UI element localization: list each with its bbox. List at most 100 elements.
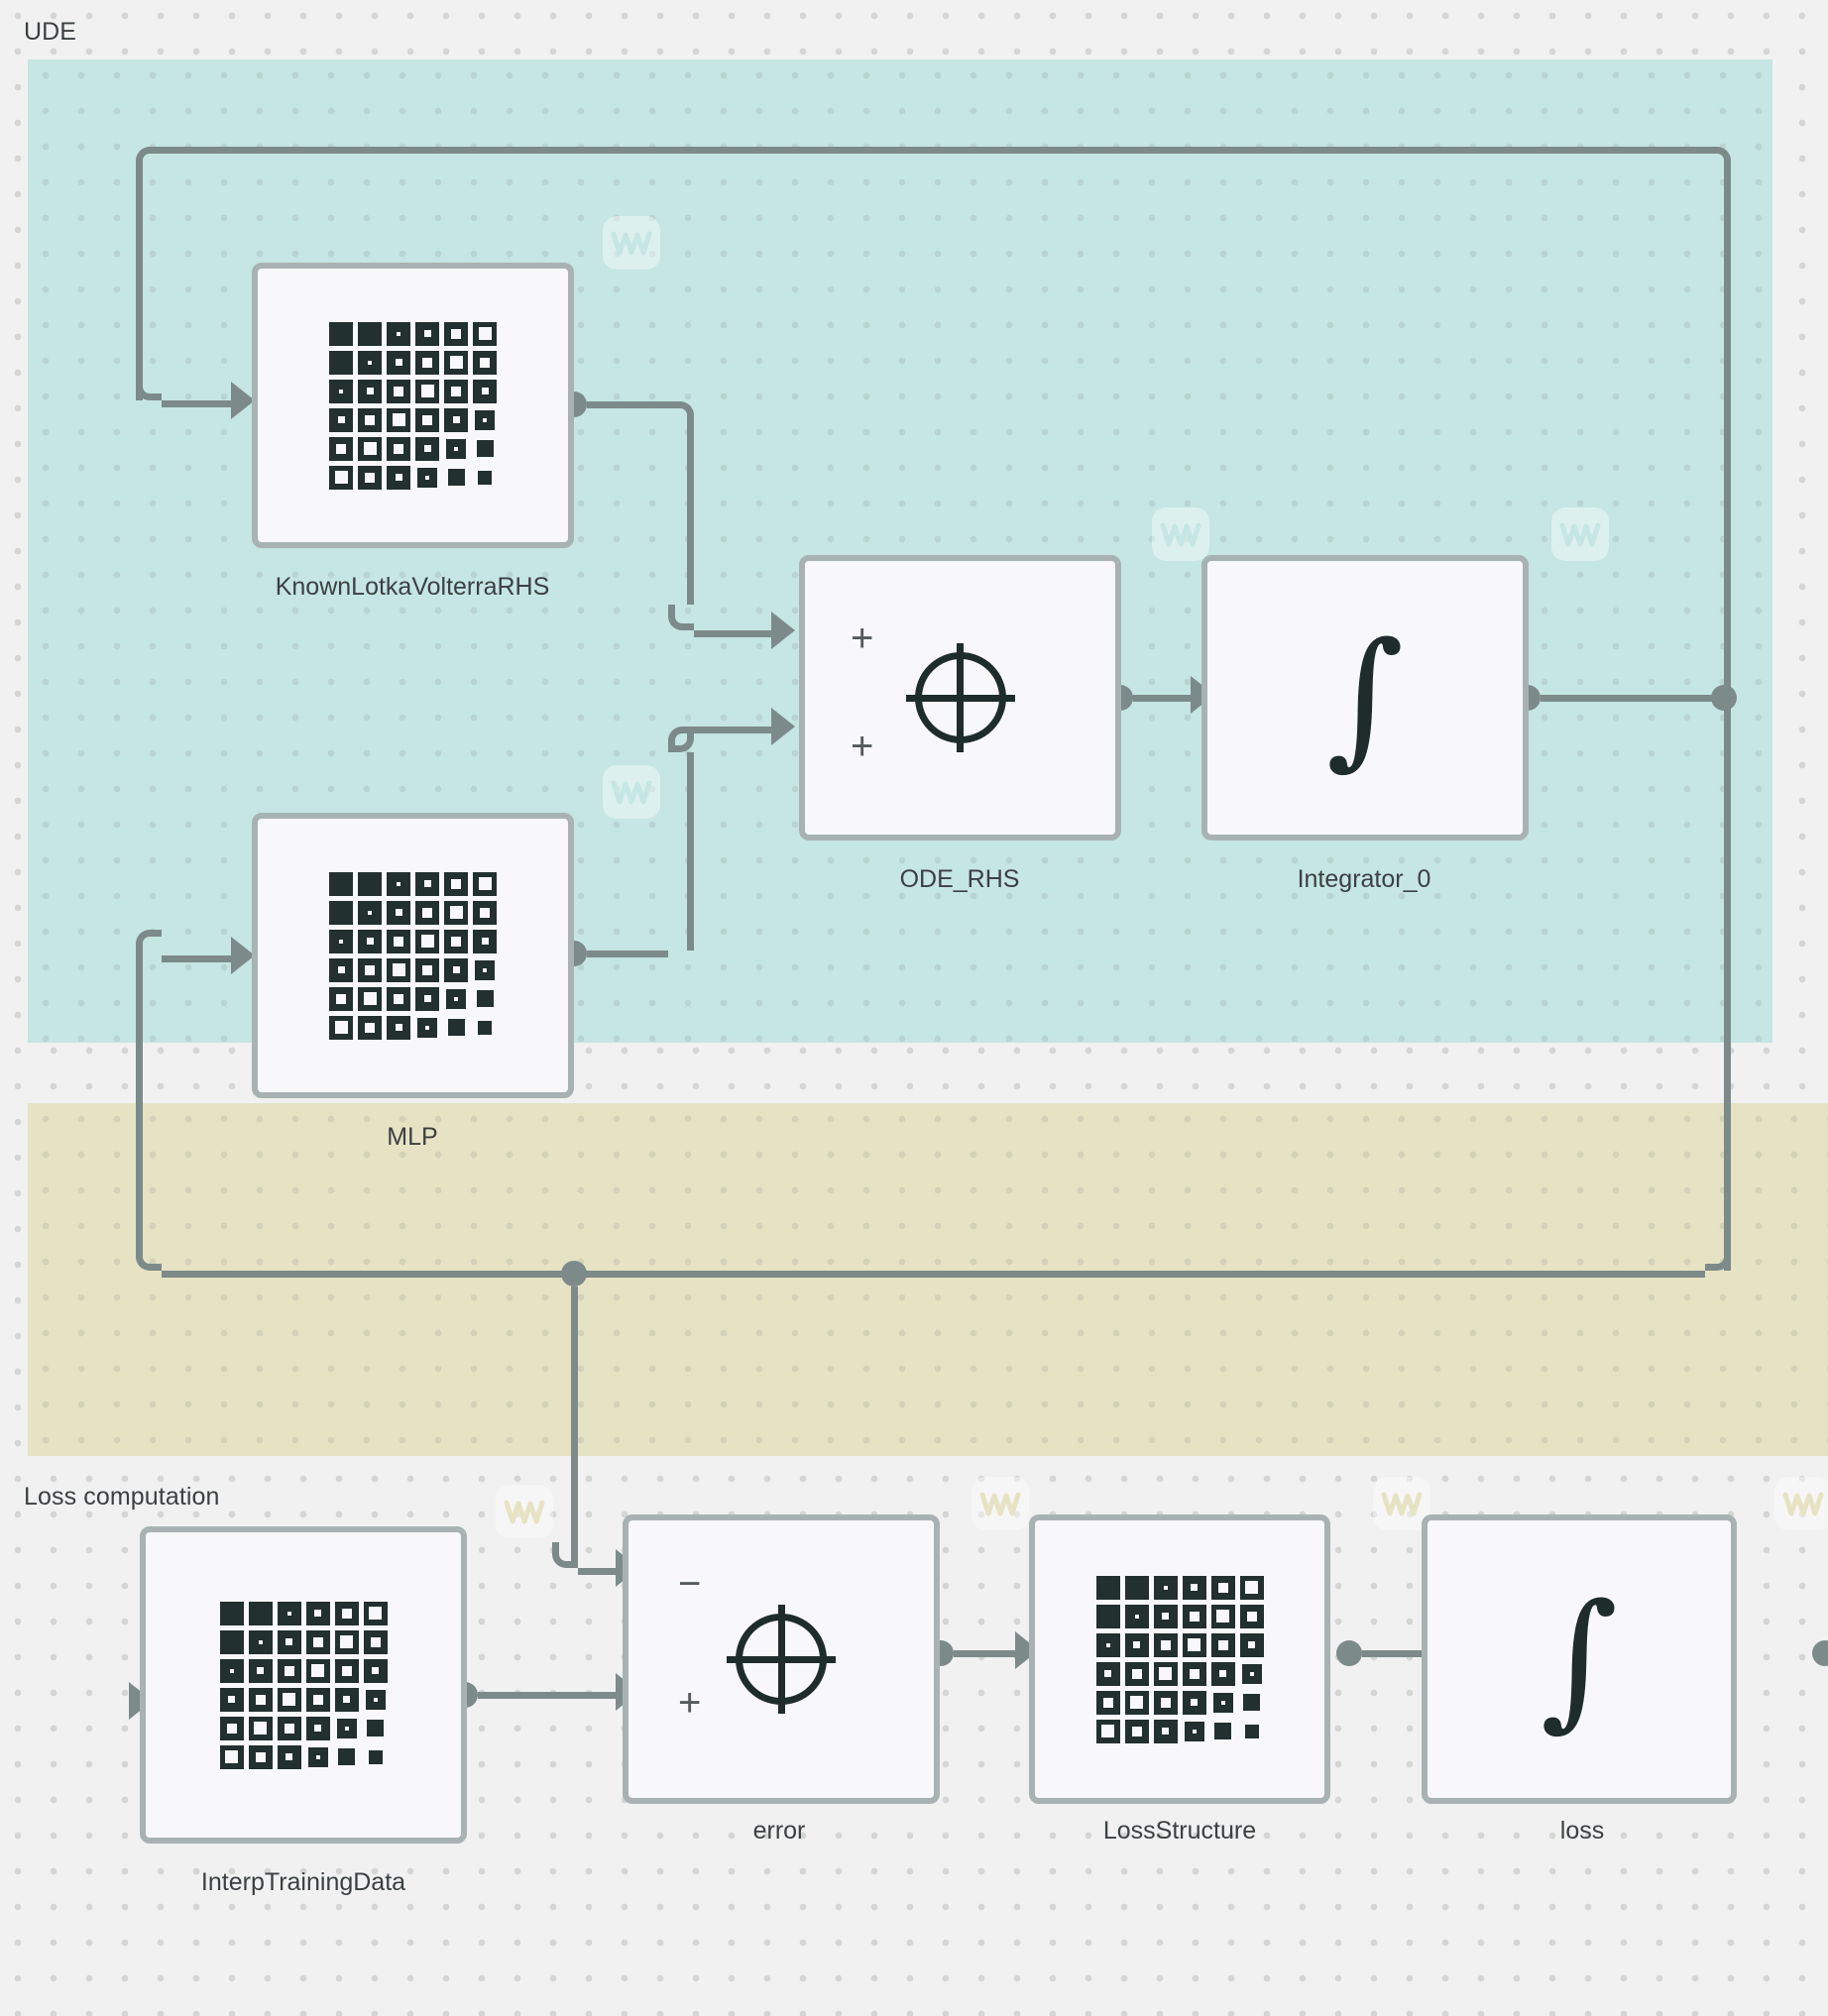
matrix-cell: [367, 1720, 384, 1736]
matrix-cell: [358, 929, 382, 953]
wire-to-known-rhs: [162, 400, 233, 407]
matrix-cell: [334, 1601, 359, 1625]
port-sign-error-top: −: [678, 1562, 702, 1606]
block-integrator-0[interactable]: ∫: [1201, 555, 1529, 840]
matrix-cell: [358, 407, 382, 432]
wire-error-to-lossstructure: [954, 1650, 1019, 1657]
wire-interp-to-error: [478, 1692, 619, 1699]
matrix-cell: [248, 1629, 273, 1654]
matrix-cell: [219, 1687, 244, 1712]
diagram-canvas[interactable]: UDE Loss computation KnownLotkaVolterraR…: [0, 0, 1828, 2016]
matrix-cell: [476, 990, 494, 1007]
block-ode-rhs[interactable]: + +: [799, 555, 1121, 840]
matrix-cell: [1212, 1692, 1233, 1713]
matrix-cell: [334, 1658, 359, 1683]
block-loss-structure[interactable]: [1029, 1514, 1330, 1804]
matrix-cell: [475, 409, 495, 430]
matrix-cell: [446, 988, 466, 1009]
matrix-cell: [387, 465, 410, 490]
matrix-cell: [358, 1015, 382, 1040]
matrix-cell: [1124, 1632, 1149, 1657]
matrix-cell: [446, 438, 466, 459]
matrix-cell: [387, 379, 410, 403]
matrix-cell: [473, 871, 497, 896]
matrix-cell: [363, 1658, 388, 1683]
matrix-cell: [329, 900, 353, 925]
matrix-cell: [1153, 1690, 1178, 1715]
matrix-cell: [387, 350, 410, 375]
circle-plus-icon: [727, 1605, 836, 1714]
wire-known-rhs-out: [587, 401, 668, 408]
matrix-cell: [277, 1716, 301, 1740]
wire-corner: [668, 727, 694, 752]
matrix-cell: [358, 350, 382, 375]
matrix-cell: [1153, 1604, 1178, 1628]
matrix-cell: [475, 959, 495, 980]
matrix-cell: [1210, 1632, 1235, 1657]
matrix-cell: [1095, 1690, 1120, 1715]
matrix-icon: [329, 321, 497, 490]
block-known-lotka-volterra-rhs[interactable]: [252, 263, 574, 548]
matrix-cell: [387, 407, 410, 432]
matrix-cell: [1095, 1604, 1120, 1628]
matrix-cell: [277, 1601, 301, 1625]
matrix-cell: [1244, 1724, 1259, 1738]
matrix-cell: [444, 321, 468, 346]
matrix-cell: [277, 1629, 301, 1654]
matrix-cell: [417, 1017, 437, 1038]
matrix-cell: [1095, 1632, 1120, 1657]
wire-corner: [1705, 147, 1731, 172]
matrix-cell: [329, 465, 353, 490]
matrix-cell: [1153, 1719, 1178, 1743]
matrix-cell: [1182, 1575, 1206, 1600]
scope-wave-icon: [1774, 1477, 1828, 1530]
group-region-loss[interactable]: [28, 1103, 1828, 1456]
junction-dot-integrator[interactable]: [1711, 685, 1737, 711]
matrix-cell: [1239, 1575, 1264, 1600]
junction-dot-loss-tap[interactable]: [561, 1261, 587, 1287]
matrix-cell: [1239, 1604, 1264, 1628]
matrix-cell: [248, 1601, 273, 1625]
matrix-cell: [415, 436, 439, 461]
matrix-cell: [1210, 1604, 1235, 1628]
matrix-cell: [329, 929, 353, 953]
matrix-cell: [305, 1629, 330, 1654]
matrix-cell: [219, 1716, 244, 1740]
matrix-cell: [444, 957, 468, 982]
block-label-loss-structure: LossStructure: [1102, 1817, 1257, 1845]
matrix-cell: [415, 900, 439, 925]
matrix-cell: [248, 1744, 273, 1769]
matrix-cell: [1182, 1604, 1206, 1628]
block-loss[interactable]: ∫: [1422, 1514, 1737, 1804]
matrix-cell: [1214, 1723, 1231, 1739]
wire-mlp-out: [587, 951, 668, 957]
matrix-cell: [1210, 1575, 1235, 1600]
wire-corner: [668, 401, 694, 427]
matrix-icon: [1095, 1575, 1264, 1743]
wire-known-rhs-down: [687, 427, 694, 605]
matrix-cell: [387, 1015, 410, 1040]
arrow-into-ode-rhs-top: [771, 612, 795, 649]
block-mlp[interactable]: [252, 813, 574, 1098]
matrix-cell: [387, 436, 410, 461]
circle-plus-icon: [905, 643, 1015, 752]
matrix-cell: [358, 871, 382, 896]
wire-corner: [668, 605, 694, 630]
matrix-cell: [415, 379, 439, 403]
port-dot-lossstructure-out[interactable]: [1336, 1640, 1362, 1666]
wire-lossstructure-to-loss: [1362, 1650, 1428, 1657]
block-error[interactable]: − +: [623, 1514, 940, 1804]
block-interp-training-data[interactable]: [140, 1526, 467, 1844]
matrix-cell: [478, 1020, 492, 1035]
matrix-cell: [1124, 1575, 1149, 1600]
matrix-cell: [248, 1658, 273, 1683]
matrix-cell: [277, 1658, 301, 1683]
region-label-ude: UDE: [24, 18, 77, 46]
port-dot-loss-out[interactable]: [1812, 1640, 1828, 1666]
wire-feedback-top: [162, 147, 1705, 154]
scope-wave-icon: [971, 1477, 1029, 1530]
wire-feedback-left-upper: [136, 172, 143, 400]
matrix-cell: [473, 321, 497, 346]
matrix-cell: [329, 350, 353, 375]
wire-corner: [136, 1245, 162, 1271]
